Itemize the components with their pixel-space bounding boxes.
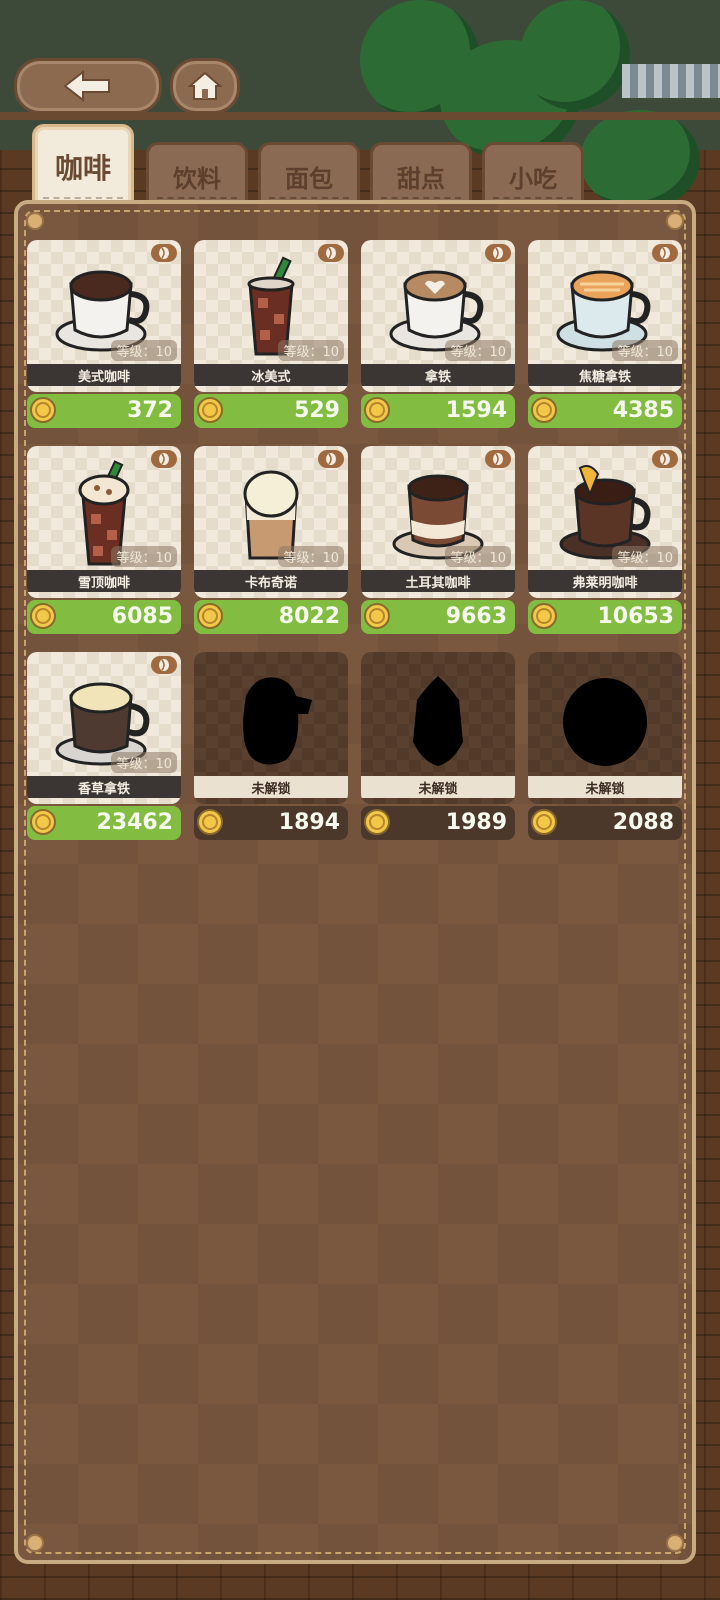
price-value: 8022 <box>278 604 340 629</box>
menu-item-locked-3[interactable]: 未解锁 2088 <box>528 652 682 842</box>
arrow-left-icon <box>63 70 110 102</box>
level-label: 等级：10 <box>278 340 344 361</box>
item-name: 弗莱明咖啡 <box>528 570 682 592</box>
coin-icon <box>531 809 557 835</box>
price-value: 1989 <box>445 810 507 835</box>
price-value: 1894 <box>278 810 340 835</box>
price-bar[interactable]: 4385 <box>528 394 682 428</box>
menu-item-cappuccino[interactable]: 等级：10 卡布奇诺 8022 <box>194 446 348 636</box>
price-bar[interactable]: 1894 <box>194 806 348 840</box>
coin-icon <box>30 397 56 423</box>
menu-item-americano[interactable]: 等级：10 美式咖啡 372 <box>27 240 181 430</box>
back-button[interactable] <box>14 58 162 114</box>
price-bar[interactable]: 10653 <box>528 600 682 634</box>
home-icon <box>188 71 222 100</box>
tab-coffee[interactable]: 咖啡 <box>32 124 134 207</box>
price-value: 4385 <box>612 398 674 423</box>
coin-icon <box>30 603 56 629</box>
item-name: 美式咖啡 <box>27 364 181 386</box>
coin-icon <box>197 397 223 423</box>
price-value: 372 <box>127 398 173 423</box>
menu-item-float-coffee[interactable]: 等级：10 雪顶咖啡 6085 <box>27 446 181 636</box>
price-bar[interactable]: 1594 <box>361 394 515 428</box>
item-name: 未解锁 <box>528 776 682 798</box>
tab-drinks[interactable]: 饮料 <box>146 142 248 207</box>
price-value: 1594 <box>445 398 507 423</box>
price-value: 529 <box>294 398 340 423</box>
price-bar[interactable]: 9663 <box>361 600 515 634</box>
tab-bread[interactable]: 面包 <box>258 142 360 207</box>
item-name: 未解锁 <box>361 776 515 798</box>
item-name: 土耳其咖啡 <box>361 570 515 592</box>
locked-silhouette-icon <box>563 678 647 766</box>
level-label: 等级：10 <box>278 546 344 567</box>
item-name: 未解锁 <box>194 776 348 798</box>
menu-item-locked-2[interactable]: 未解锁 1989 <box>361 652 515 842</box>
price-bar[interactable]: 1989 <box>361 806 515 840</box>
locked-silhouette-icon <box>413 676 463 766</box>
price-value: 9663 <box>445 604 507 629</box>
coin-icon <box>364 397 390 423</box>
menu-item-iced-americano[interactable]: 等级：10 冰美式 529 <box>194 240 348 430</box>
price-bar[interactable]: 8022 <box>194 600 348 634</box>
coin-icon <box>30 809 56 835</box>
tab-desserts[interactable]: 甜点 <box>370 142 472 207</box>
menu-item-caramel-latte[interactable]: 等级：10 焦糖拿铁 4385 <box>528 240 682 430</box>
menu-item-vanilla-latte[interactable]: 等级：10 香草拿铁 23462 <box>27 652 181 842</box>
price-bar[interactable]: 2088 <box>528 806 682 840</box>
price-value: 10653 <box>597 604 674 629</box>
coin-icon <box>197 809 223 835</box>
price-value: 23462 <box>96 810 173 835</box>
price-bar[interactable]: 23462 <box>27 806 181 840</box>
item-name: 雪顶咖啡 <box>27 570 181 592</box>
level-label: 等级：10 <box>612 546 678 567</box>
coin-icon <box>531 397 557 423</box>
locked-silhouette-icon <box>243 677 312 765</box>
menu-item-turkish-coffee[interactable]: 等级：10 土耳其咖啡 9663 <box>361 446 515 636</box>
menu-item-locked-1[interactable]: 未解锁 1894 <box>194 652 348 842</box>
price-value: 2088 <box>612 810 674 835</box>
menu-item-flaming-coffee[interactable]: 等级：10 弗莱明咖啡 10653 <box>528 446 682 636</box>
coin-icon <box>531 603 557 629</box>
coin-icon <box>364 809 390 835</box>
menu-item-latte[interactable]: 等级：10 拿铁 1594 <box>361 240 515 430</box>
level-label: 等级：10 <box>445 340 511 361</box>
coin-icon <box>364 603 390 629</box>
price-bar[interactable]: 6085 <box>27 600 181 634</box>
item-name: 拿铁 <box>361 364 515 386</box>
item-name: 焦糖拿铁 <box>528 364 682 386</box>
price-bar[interactable]: 372 <box>27 394 181 428</box>
price-bar[interactable]: 529 <box>194 394 348 428</box>
tab-snacks[interactable]: 小吃 <box>482 142 584 207</box>
level-label: 等级：10 <box>111 546 177 567</box>
level-label: 等级：10 <box>111 340 177 361</box>
level-label: 等级：10 <box>612 340 678 361</box>
level-label: 等级：10 <box>111 752 177 773</box>
level-label: 等级：10 <box>445 546 511 567</box>
coin-icon <box>197 603 223 629</box>
home-button[interactable] <box>170 58 240 114</box>
item-name: 香草拿铁 <box>27 776 181 798</box>
item-name: 卡布奇诺 <box>194 570 348 592</box>
item-name: 冰美式 <box>194 364 348 386</box>
price-value: 6085 <box>111 604 173 629</box>
